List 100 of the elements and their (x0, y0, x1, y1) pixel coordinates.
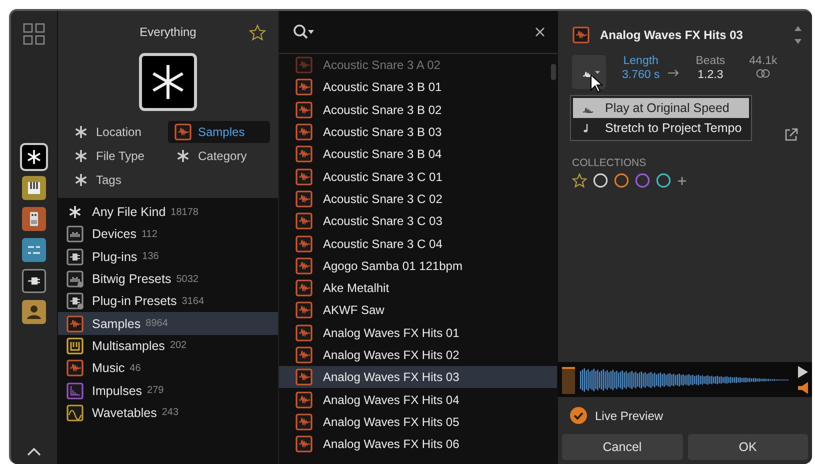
speaker-icon[interactable] (798, 382, 808, 394)
length-label: Length (623, 55, 658, 67)
sample-icon (295, 145, 313, 164)
dialog-button[interactable]: OK (688, 434, 808, 460)
menu-item[interactable]: Stretch to Project Tempo (573, 118, 749, 138)
result-row[interactable]: Analog Waves FX Hits 01 (279, 322, 557, 344)
file-kind-item[interactable]: Wavetables 243 (58, 402, 278, 424)
filter-chip[interactable]: Category (168, 145, 270, 167)
result-row[interactable]: Acoustic Snare 3 C 03 (279, 210, 557, 232)
star-icon[interactable] (249, 24, 266, 41)
instrument-icon[interactable] (22, 176, 46, 200)
result-row[interactable]: Ake Metalhit (279, 276, 557, 300)
result-row[interactable]: Acoustic Snare 3 B 01 (279, 76, 557, 99)
sample-name: Acoustic Snare 3 C 03 (323, 214, 442, 228)
result-row[interactable]: Analog Waves FX Hits 05 (279, 410, 557, 434)
file-kind-label: Wavetables (92, 406, 157, 420)
sample-icon (295, 168, 313, 186)
caret-up-icon[interactable] (27, 447, 41, 456)
up-down-arrows-icon[interactable] (794, 25, 802, 45)
result-row[interactable]: Agogo Samba 01 121bpm (279, 254, 557, 277)
file-kind-item[interactable]: Plug-in Presets 3164 (58, 290, 278, 312)
sample-icon (295, 412, 313, 431)
sample-name: Acoustic Snare 3 A 02 (323, 58, 440, 72)
sample-name: Analog Waves FX Hits 02 (323, 348, 460, 362)
plugin-icon[interactable] (22, 269, 46, 293)
sample-name: Acoustic Snare 3 B 04 (323, 147, 442, 162)
result-row[interactable]: Acoustic Snare 3 B 02 (279, 98, 557, 121)
modulator-icon[interactable] (22, 238, 46, 262)
sample-icon (295, 301, 313, 320)
file-kind-item[interactable]: Any File Kind 18178 (58, 201, 278, 224)
sample-name: Analog Waves FX Hits 04 (323, 392, 460, 407)
all-icon[interactable] (22, 145, 46, 169)
file-count: 8964 (146, 318, 168, 330)
mouse-cursor-icon (590, 74, 604, 94)
file-count: 3164 (182, 296, 204, 307)
file-kind-item[interactable]: Plug-ins 136 (58, 246, 278, 268)
result-row[interactable]: Acoustic Snare 3 A 02 (279, 54, 557, 76)
filter-chip[interactable]: Samples (168, 121, 270, 143)
file-count: 136 (142, 251, 159, 262)
menu-item[interactable]: Play at Original Speed (573, 98, 749, 118)
close-icon[interactable] (535, 27, 545, 37)
file-kind-label: Plug-ins (92, 250, 138, 264)
file-count: 243 (162, 407, 179, 418)
sample-icon (295, 100, 313, 119)
add-icon[interactable] (677, 176, 687, 186)
collection-circle-icon[interactable] (614, 173, 629, 188)
file-kind-item[interactable]: Multisamples 202 (58, 334, 278, 358)
playback-mode-button[interactable] (572, 55, 606, 89)
result-row[interactable]: Acoustic Snare 3 B 04 (279, 143, 557, 166)
file-kind-label: Plug-in Presets (92, 294, 177, 308)
file-kind-item[interactable]: Impulses 279 (58, 379, 278, 402)
result-row[interactable]: Acoustic Snare 3 C 01 (279, 165, 557, 188)
asterisk-icon (139, 53, 197, 111)
file-kind-item[interactable]: Samples 8964 (58, 312, 278, 335)
file-count: 18178 (170, 206, 198, 218)
file-kind-item[interactable]: Bitwig Presets 5032 (58, 268, 278, 290)
sample-icon (295, 346, 313, 364)
sample-icon (295, 390, 313, 409)
result-row[interactable]: Analog Waves FX Hits 03 (279, 366, 557, 388)
result-row[interactable]: Analog Waves FX Hits 04 (279, 388, 557, 411)
file-count: 202 (170, 340, 187, 352)
filter-chip[interactable]: File Type (66, 145, 168, 167)
sample-icon (295, 256, 313, 275)
checkbox[interactable] (570, 407, 587, 424)
scrollbar-thumb[interactable] (551, 64, 556, 80)
file-kind-item[interactable]: Devices 112 (58, 223, 278, 246)
result-row[interactable]: Analog Waves FX Hits 06 (279, 433, 557, 456)
filter-chip[interactable]: Tags (66, 169, 168, 191)
sample-name: Acoustic Snare 3 C 01 (323, 170, 442, 184)
sample-icon (572, 26, 590, 44)
grid-icon[interactable] (23, 23, 45, 45)
result-row[interactable]: AKWF Saw (279, 299, 557, 322)
right-arrow-icon (668, 69, 680, 77)
play-icon[interactable] (798, 366, 808, 378)
sample-icon (295, 56, 313, 74)
external-link-icon[interactable] (784, 128, 798, 142)
sample-name: Acoustic Snare 3 B 01 (323, 80, 442, 94)
file-kind-label: Bitwig Presets (92, 272, 172, 286)
sample-icon (174, 123, 192, 141)
file-kind-item[interactable]: Music 46 (58, 357, 278, 380)
collection-circle-icon[interactable] (656, 173, 671, 188)
sample-name: Analog Waves FX Hits 03 (323, 370, 460, 384)
result-row[interactable]: Analog Waves FX Hits 02 (279, 344, 557, 366)
file-kind-label: Music (92, 361, 125, 376)
filter-title: Everything (140, 25, 196, 39)
filter-chip[interactable]: Location (66, 121, 168, 143)
star-icon[interactable] (572, 173, 587, 188)
result-row[interactable]: Acoustic Snare 3 B 03 (279, 120, 557, 144)
sample-name: Acoustic Snare 3 B 03 (323, 125, 442, 140)
effect-icon[interactable] (22, 207, 46, 231)
file-kind-label: Any File Kind (92, 205, 166, 220)
user-icon[interactable] (22, 300, 46, 324)
file-kind-label: Impulses (92, 384, 142, 398)
sample-icon (295, 123, 313, 142)
dialog-button[interactable]: Cancel (562, 434, 682, 460)
search-icon[interactable] (293, 24, 315, 40)
sample-icon (295, 78, 313, 96)
result-row[interactable]: Acoustic Snare 3 C 04 (279, 232, 557, 255)
result-row[interactable]: Acoustic Snare 3 C 02 (279, 188, 557, 210)
sample-name: Acoustic Snare 3 C 04 (323, 236, 442, 251)
